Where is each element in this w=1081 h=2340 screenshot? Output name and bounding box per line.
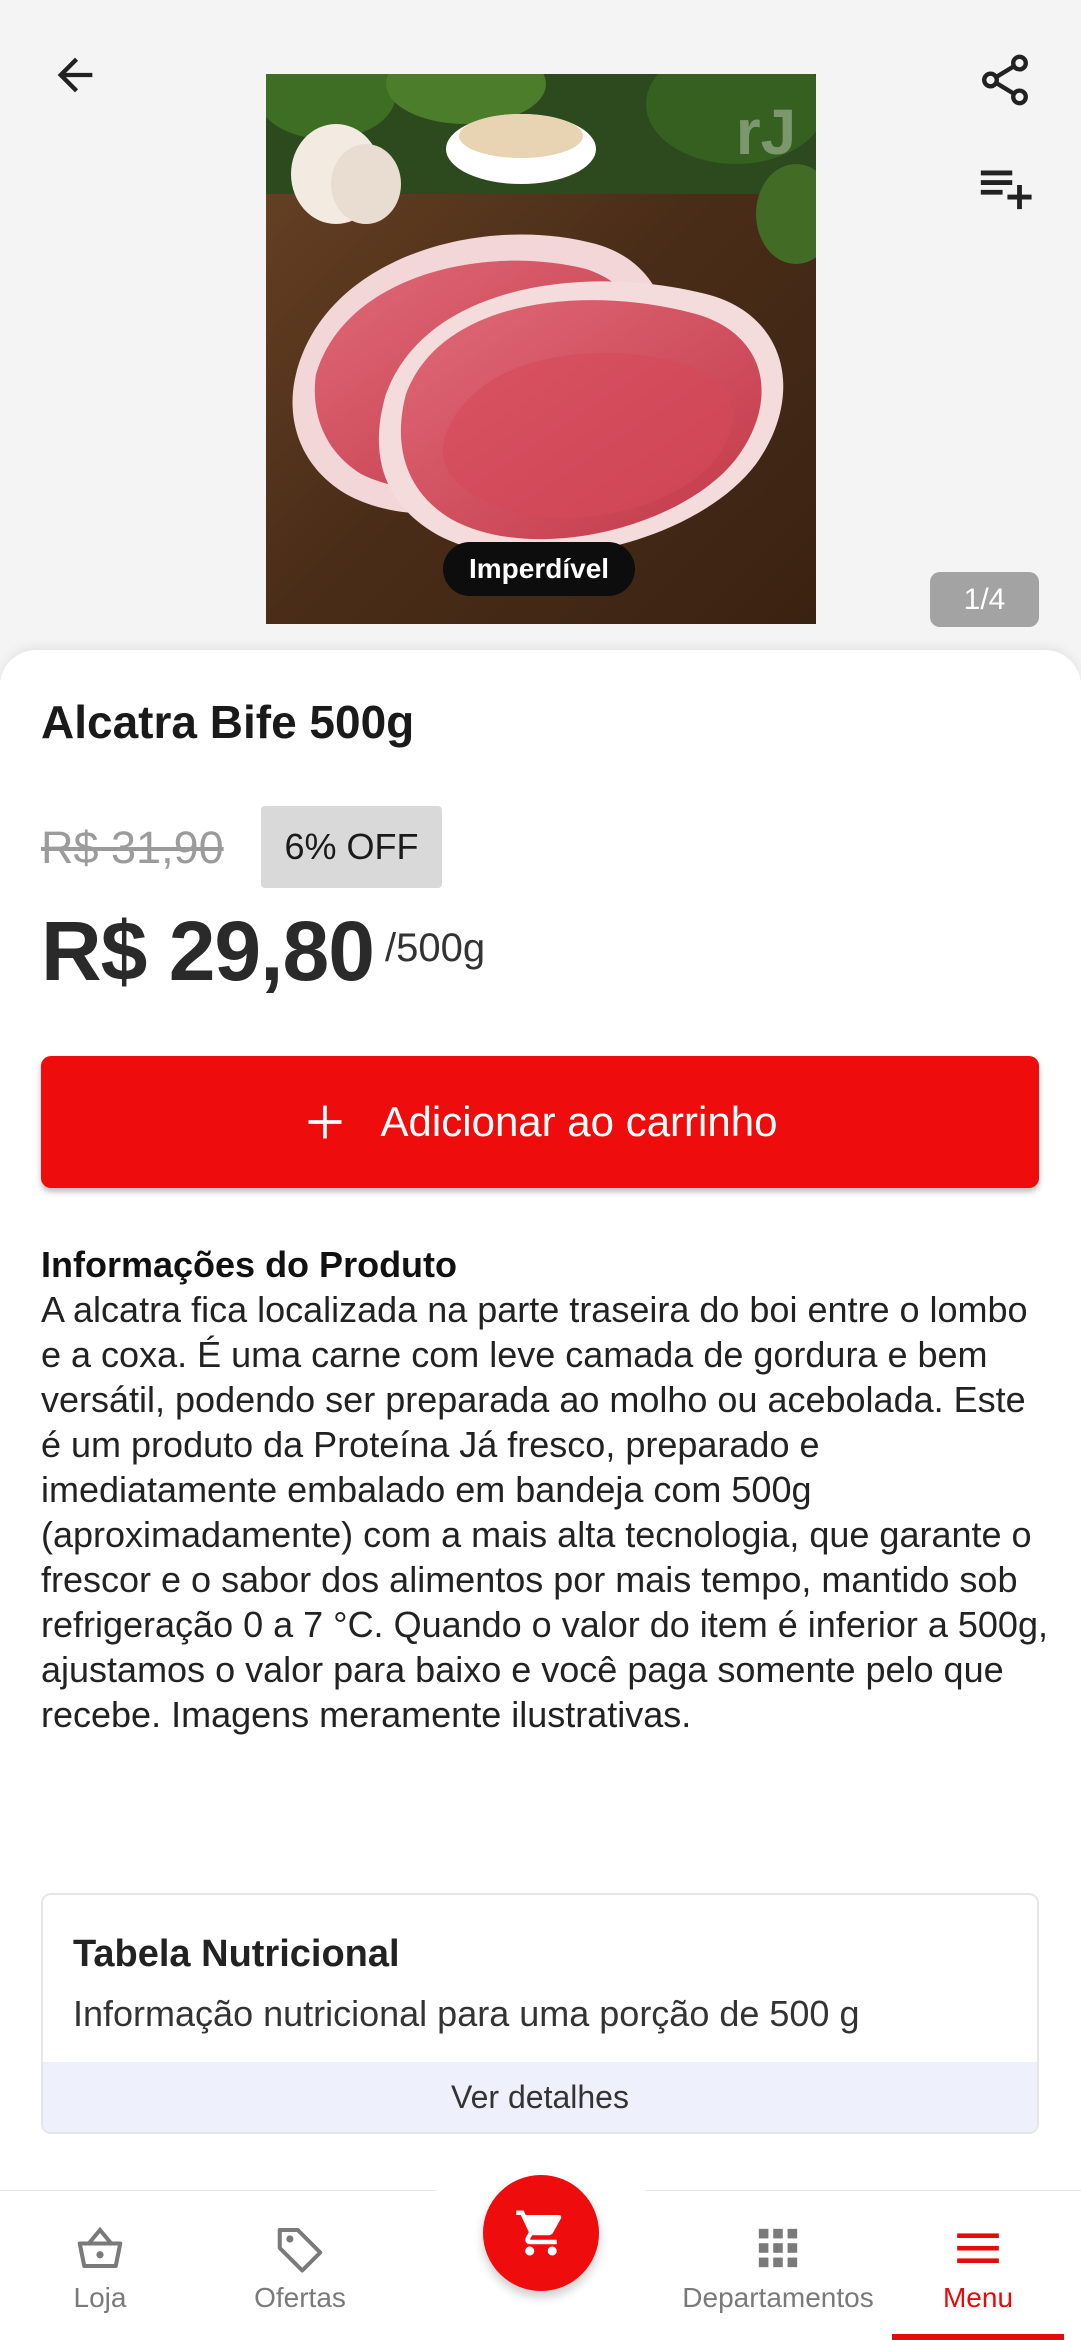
nav-label-departamentos: Departamentos: [682, 2282, 874, 2313]
nav-item-departamentos[interactable]: Departamentos: [668, 2190, 888, 2340]
product-info-body: A alcatra fica localizada na parte trase…: [41, 1289, 1048, 1735]
nav-label-menu: Menu: [942, 2282, 1014, 2313]
nav-label-loja: Loja: [73, 2282, 127, 2313]
plus-icon: [303, 1100, 347, 1144]
tag-icon: [273, 2218, 327, 2278]
discount-badge: 6% OFF: [261, 806, 442, 888]
nav-item-ofertas[interactable]: Ofertas: [240, 2190, 360, 2340]
add-to-list-button[interactable]: [970, 150, 1040, 220]
nutrition-details-button[interactable]: Ver detalhes: [43, 2062, 1037, 2132]
basket-icon: [73, 2218, 127, 2278]
cart-button[interactable]: [483, 2175, 599, 2291]
nav-label-ofertas: Ofertas: [254, 2282, 346, 2313]
nutrition-subtitle: Informação nutricional para uma porção d…: [73, 1993, 860, 2034]
active-tab-indicator: [892, 2334, 1064, 2340]
deal-badge: Imperdível: [443, 542, 636, 596]
share-button[interactable]: [970, 40, 1040, 120]
add-to-cart-button[interactable]: Adicionar ao carrinho: [41, 1056, 1039, 1188]
share-icon: [982, 54, 1028, 106]
nav-item-menu[interactable]: Menu: [892, 2190, 1064, 2340]
hamburger-menu-icon: [953, 2218, 1003, 2278]
price-unit: /500g: [385, 926, 486, 970]
grid-icon: [755, 2218, 801, 2278]
cart-icon: [516, 2210, 562, 2256]
arrow-back-icon: [57, 57, 93, 93]
image-counter: 1/4: [930, 572, 1039, 627]
nav-item-loja[interactable]: Loja: [40, 2190, 160, 2340]
playlist-add-icon: [980, 170, 1032, 210]
nutrition-card: Tabela Nutricional Informação nutriciona…: [41, 1893, 1039, 2134]
old-price: R$ 31,90: [41, 822, 224, 873]
current-price: R$ 29,80: [41, 904, 375, 998]
product-info-heading: Informações do Produto: [41, 1244, 458, 1285]
back-button[interactable]: [40, 40, 110, 110]
product-title: Alcatra Bife 500g: [41, 696, 415, 748]
add-to-cart-label: Adicionar ao carrinho: [380, 1098, 778, 1145]
svg-text:rJ: rJ: [736, 96, 797, 168]
nutrition-title: Tabela Nutricional: [73, 1933, 400, 1975]
